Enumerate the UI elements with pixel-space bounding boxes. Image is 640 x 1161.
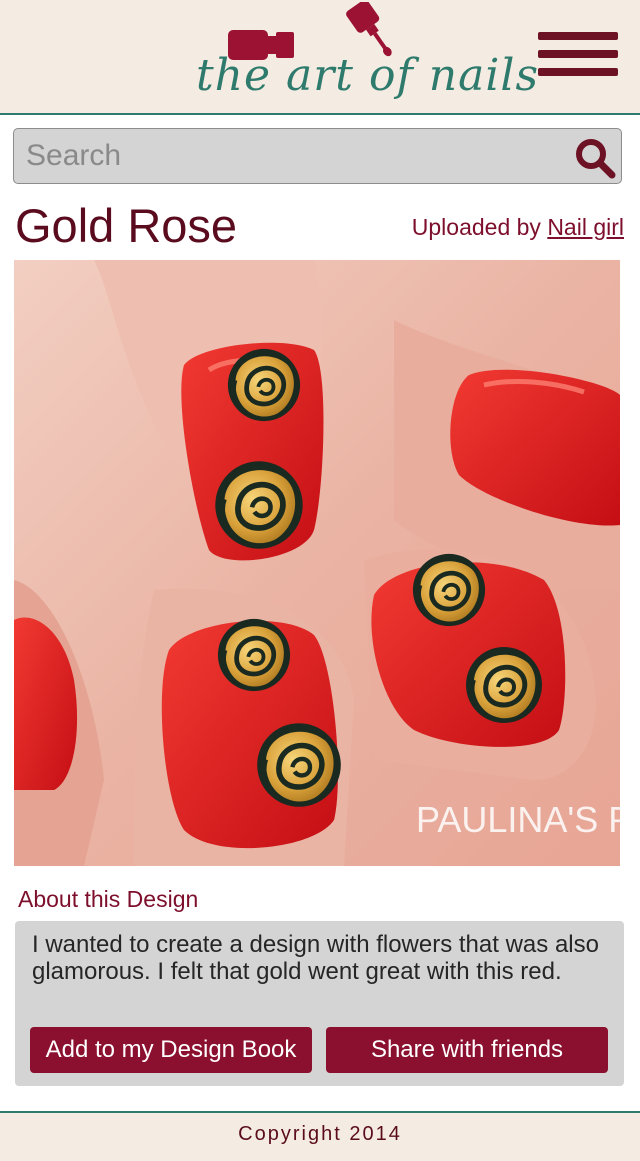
logo-wordmark: the art of nails [196,50,540,101]
add-to-design-book-button[interactable]: Add to my Design Book [30,1027,312,1073]
uploaded-by-label: Uploaded by [411,214,548,240]
about-heading: About this Design [18,886,199,912]
menu-bar [538,32,618,40]
nail-art-image: PAULINA'S PAS [14,260,620,866]
site-header: the art of nails [0,0,640,115]
design-title: Gold Rose [15,199,238,252]
share-with-friends-button[interactable]: Share with friends [326,1027,608,1073]
copyright-text: Copyright 2014 [238,1123,402,1145]
uploader-link[interactable]: Nail girl [547,214,624,240]
search-icon[interactable] [574,137,616,179]
photo-watermark: PAULINA'S PAS [416,799,620,840]
search-bar [13,128,622,184]
design-photo: PAULINA'S PAS [14,260,620,866]
about-description: I wanted to create a design with flowers… [32,931,599,985]
search-input[interactable] [26,135,546,177]
menu-bar [538,50,618,58]
menu-bar [538,68,618,76]
site-logo[interactable]: the art of nails [188,2,538,112]
about-panel: I wanted to create a design with flowers… [15,921,624,1086]
uploaded-by: Uploaded by Nail girl [412,214,624,241]
site-footer: Copyright 2014 [0,1111,640,1161]
hamburger-menu-icon[interactable] [538,30,620,80]
